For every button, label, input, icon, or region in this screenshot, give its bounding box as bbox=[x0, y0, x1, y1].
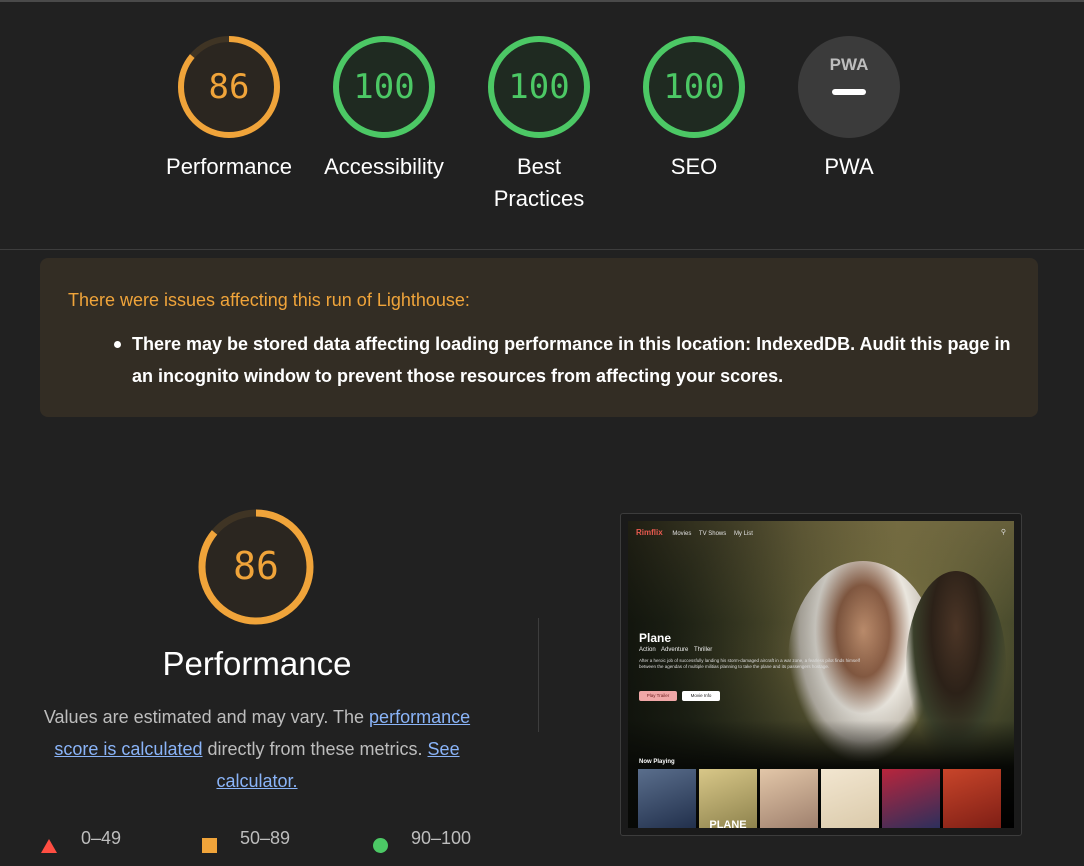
movie-poster bbox=[760, 769, 818, 828]
nav-item: TV Shows bbox=[698, 531, 727, 537]
final-screenshot[interactable]: Rimflix Movies TV Shows My List ⚲ Plane … bbox=[620, 513, 1022, 836]
genre: Action bbox=[639, 647, 656, 653]
category-gauges: 86 Performance 100 Accessibility 100 Bes… bbox=[0, 0, 1084, 250]
poster-row: PLANE bbox=[638, 769, 1014, 828]
movie-poster bbox=[943, 769, 1001, 828]
movie-title: Plane bbox=[639, 631, 672, 645]
nav-item: Movies bbox=[672, 531, 692, 537]
warning-item: There may be stored data affecting loadi… bbox=[114, 328, 1012, 392]
gauge-label: SEO bbox=[670, 154, 718, 179]
gauge-accessibility[interactable]: 100 Accessibility bbox=[304, 35, 464, 183]
performance-score-gauge: 86 bbox=[196, 507, 316, 632]
desc-text: directly from these metrics. bbox=[202, 739, 428, 759]
brand-logo: Rimflix bbox=[636, 528, 663, 537]
legend-label: 0–49 bbox=[81, 828, 122, 848]
legend-label: 90–100 bbox=[411, 828, 472, 848]
genre-list: Action Adventure Thriller bbox=[639, 647, 716, 653]
movie-poster bbox=[638, 769, 696, 828]
warning-title: There were issues affecting this run of … bbox=[68, 290, 470, 310]
warning-list: There may be stored data affecting loadi… bbox=[114, 328, 1012, 392]
circle-icon bbox=[373, 831, 388, 863]
screenshot-image: Rimflix Movies TV Shows My List ⚲ Plane … bbox=[628, 521, 1014, 828]
gauge-score: 100 bbox=[353, 67, 414, 107]
gauge-ring: 86 bbox=[178, 36, 280, 138]
movie-info-button: Movie Info bbox=[682, 691, 720, 701]
movie-poster bbox=[882, 769, 940, 828]
pwa-badge-icon: PWA bbox=[798, 36, 900, 138]
search-icon: ⚲ bbox=[1000, 529, 1006, 536]
gauge-ring: 100 bbox=[333, 36, 435, 138]
gauge-label: Accessibility bbox=[324, 154, 444, 179]
now-playing-heading: Now Playing bbox=[639, 759, 675, 765]
gauge-seo[interactable]: 100 SEO bbox=[614, 35, 774, 183]
gauge-label: PWA bbox=[824, 154, 874, 179]
pwa-badge-text: PWA bbox=[830, 55, 869, 74]
score-legend: 0–49 50–89 90–100 bbox=[0, 822, 520, 854]
gauge-score: 100 bbox=[663, 67, 724, 107]
movie-poster: PLANE bbox=[699, 769, 757, 828]
screenshot-nav: Rimflix Movies TV Shows My List bbox=[636, 528, 759, 540]
vertical-divider bbox=[538, 618, 539, 732]
gauge-performance[interactable]: 86 Performance bbox=[149, 35, 309, 183]
legend-average: 50–89 bbox=[202, 822, 290, 854]
performance-description: Values are estimated and may vary. The p… bbox=[20, 701, 494, 797]
square-icon bbox=[202, 831, 217, 863]
nav-item: My List bbox=[733, 531, 753, 537]
desc-text: Values are estimated and may vary. The bbox=[43, 707, 370, 727]
genre: Adventure bbox=[661, 647, 689, 653]
pwa-dash-icon bbox=[832, 89, 866, 95]
gauge-pwa[interactable]: PWA PWA bbox=[769, 35, 929, 183]
genre: Thriller bbox=[693, 647, 713, 653]
performance-title: Performance bbox=[162, 645, 352, 682]
warning-box: There were issues affecting this run of … bbox=[40, 258, 1038, 417]
movie-poster bbox=[821, 769, 879, 828]
movie-synopsis: After a heroic job of successfully landi… bbox=[639, 658, 860, 669]
gauge-score: 100 bbox=[508, 67, 569, 107]
play-trailer-button: Play Trailer bbox=[639, 691, 677, 701]
legend-pass: 90–100 bbox=[373, 822, 471, 854]
legend-label: 50–89 bbox=[240, 828, 291, 848]
gauge-label: Performance bbox=[166, 154, 292, 179]
gauge-best-practices[interactable]: 100 Best Practices bbox=[459, 35, 619, 215]
triangle-icon bbox=[41, 831, 57, 863]
performance-score-value: 86 bbox=[233, 544, 279, 588]
gauge-label: Best Practices bbox=[493, 154, 585, 211]
gauge-ring: 100 bbox=[488, 36, 590, 138]
gauge-ring: 100 bbox=[643, 36, 745, 138]
gauge-score: 86 bbox=[209, 67, 250, 107]
poster-title: PLANE bbox=[709, 819, 747, 828]
legend-fail: 0–49 bbox=[41, 822, 121, 854]
